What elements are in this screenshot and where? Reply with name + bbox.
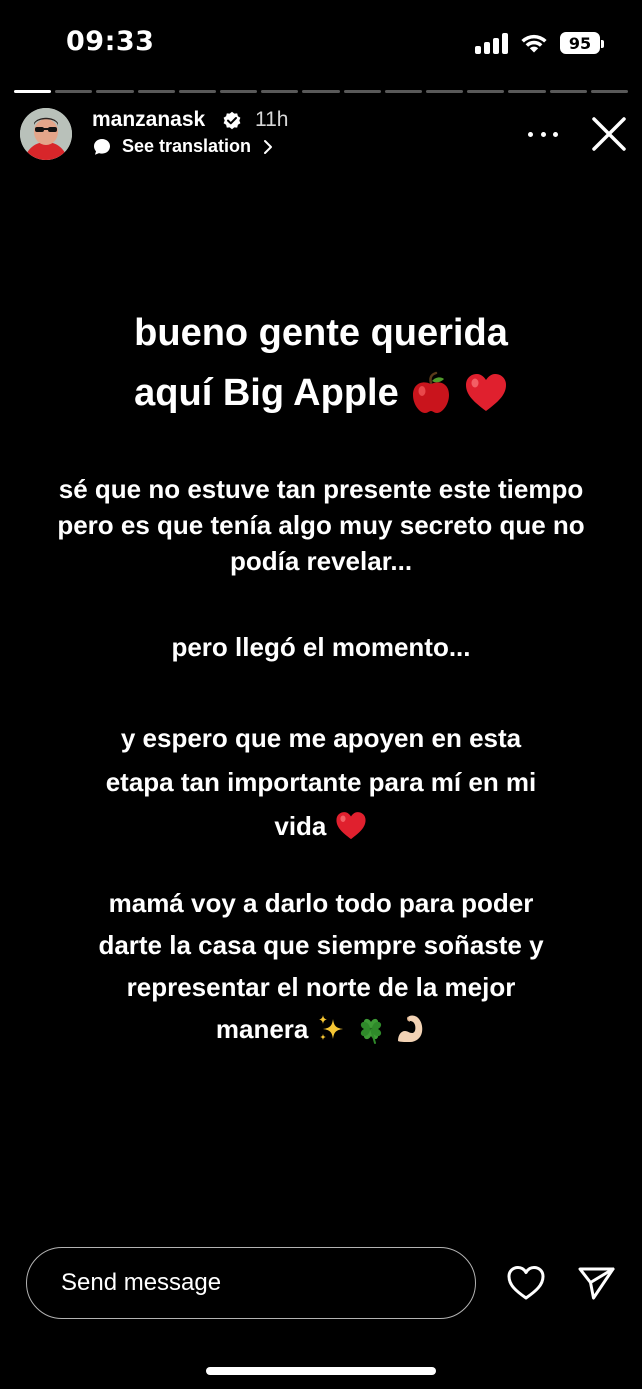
more-options-icon[interactable] (528, 124, 558, 144)
story-progress-segment (343, 90, 381, 93)
flexed-biceps-icon (398, 1015, 423, 1043)
story-p4-line-1: mamá voy a darlo todo para poder (108, 888, 534, 918)
wifi-icon (521, 34, 547, 53)
close-icon[interactable] (590, 115, 628, 153)
cellular-signal-icon (475, 32, 508, 54)
story-progress-segment (549, 90, 587, 93)
chat-bubble-icon (94, 138, 110, 155)
story-progress-segment (14, 90, 52, 93)
story-progress-segment (55, 90, 93, 93)
story-title-line-1: bueno gente querida (134, 312, 508, 354)
story-progress-segment (137, 90, 175, 93)
verified-badge-icon (223, 111, 241, 130)
red-heart-icon (336, 812, 366, 840)
story-username[interactable]: manzanask (92, 108, 205, 132)
send-message-input[interactable]: Send message (26, 1247, 476, 1319)
story-time-ago: 11h (255, 108, 289, 131)
paper-plane-icon[interactable] (576, 1263, 616, 1303)
story-progress-segment (467, 90, 505, 93)
story-progress-segment (178, 90, 217, 93)
red-heart-icon (465, 373, 506, 411)
story-p3-line-2: etapa tan importante para mí en mi (105, 767, 537, 797)
story-progress-segment (220, 90, 258, 93)
status-icons: 95 (475, 28, 604, 58)
status-bar: 09:33 95 (0, 0, 642, 86)
avatar[interactable] (20, 108, 72, 160)
story-progress-bar (14, 90, 629, 93)
story-title-line-2: aquí Big Apple (134, 372, 399, 414)
heart-outline-icon[interactable] (506, 1264, 546, 1302)
story-p2-line-1: pero llegó el momento... (171, 632, 471, 662)
home-indicator[interactable] (206, 1367, 436, 1375)
story-progress-segment (508, 90, 546, 93)
status-time: 09:33 (66, 26, 155, 57)
battery-icon: 95 (560, 32, 604, 54)
story-progress-fill (14, 90, 52, 93)
story-title-line-2-wrap: aquí Big Apple (20, 363, 622, 423)
story-progress-segment (426, 90, 464, 93)
story-paragraph-4: mamá voy a darlo todo para poder darte l… (20, 882, 622, 1050)
see-translation-label: See translation (122, 136, 252, 156)
chevron-right-icon (264, 139, 273, 154)
story-p4-line-4-wrap: manera (20, 1008, 622, 1050)
battery-level: 95 (568, 33, 592, 53)
send-message-placeholder: Send message (61, 1269, 222, 1296)
story-progress-segment (261, 90, 299, 93)
story-p3-line-3: vida (274, 811, 327, 841)
story-p4-line-2: darte la casa que siempre soñaste y (98, 930, 544, 960)
story-p1-line-1: sé que no estuve tan presente este tiemp… (58, 474, 584, 504)
four-leaf-clover-icon (360, 1018, 381, 1045)
story-p3-line-3-wrap: vida (20, 804, 622, 848)
story-p1-line-2: pero es que tenía algo muy secreto que n… (57, 510, 585, 540)
story-p3-line-1: y espero que me apoyen en esta (120, 723, 522, 753)
avatar-image (20, 108, 72, 160)
story-progress-segment (590, 90, 629, 93)
sparkles-icon (318, 1015, 343, 1041)
see-translation-button[interactable]: See translation (92, 136, 273, 157)
story-p1-line-3: podía revelar... (229, 546, 413, 576)
story-p4-line-4: manera (215, 1014, 309, 1044)
story-p4-line-3: representar el norte de la mejor (126, 972, 516, 1002)
story-paragraph-2: pero llegó el momento... (20, 629, 622, 665)
story-paragraph-3: y espero que me apoyen en esta etapa tan… (20, 716, 622, 848)
red-apple-icon (413, 371, 450, 413)
story-progress-segment (96, 90, 134, 93)
story-paragraph-1: sé que no estuve tan presente este tiemp… (20, 471, 622, 579)
story-progress-segment (384, 90, 423, 93)
story-progress-segment (302, 90, 340, 93)
story-title: bueno gente querida aquí Big Apple (20, 303, 622, 423)
